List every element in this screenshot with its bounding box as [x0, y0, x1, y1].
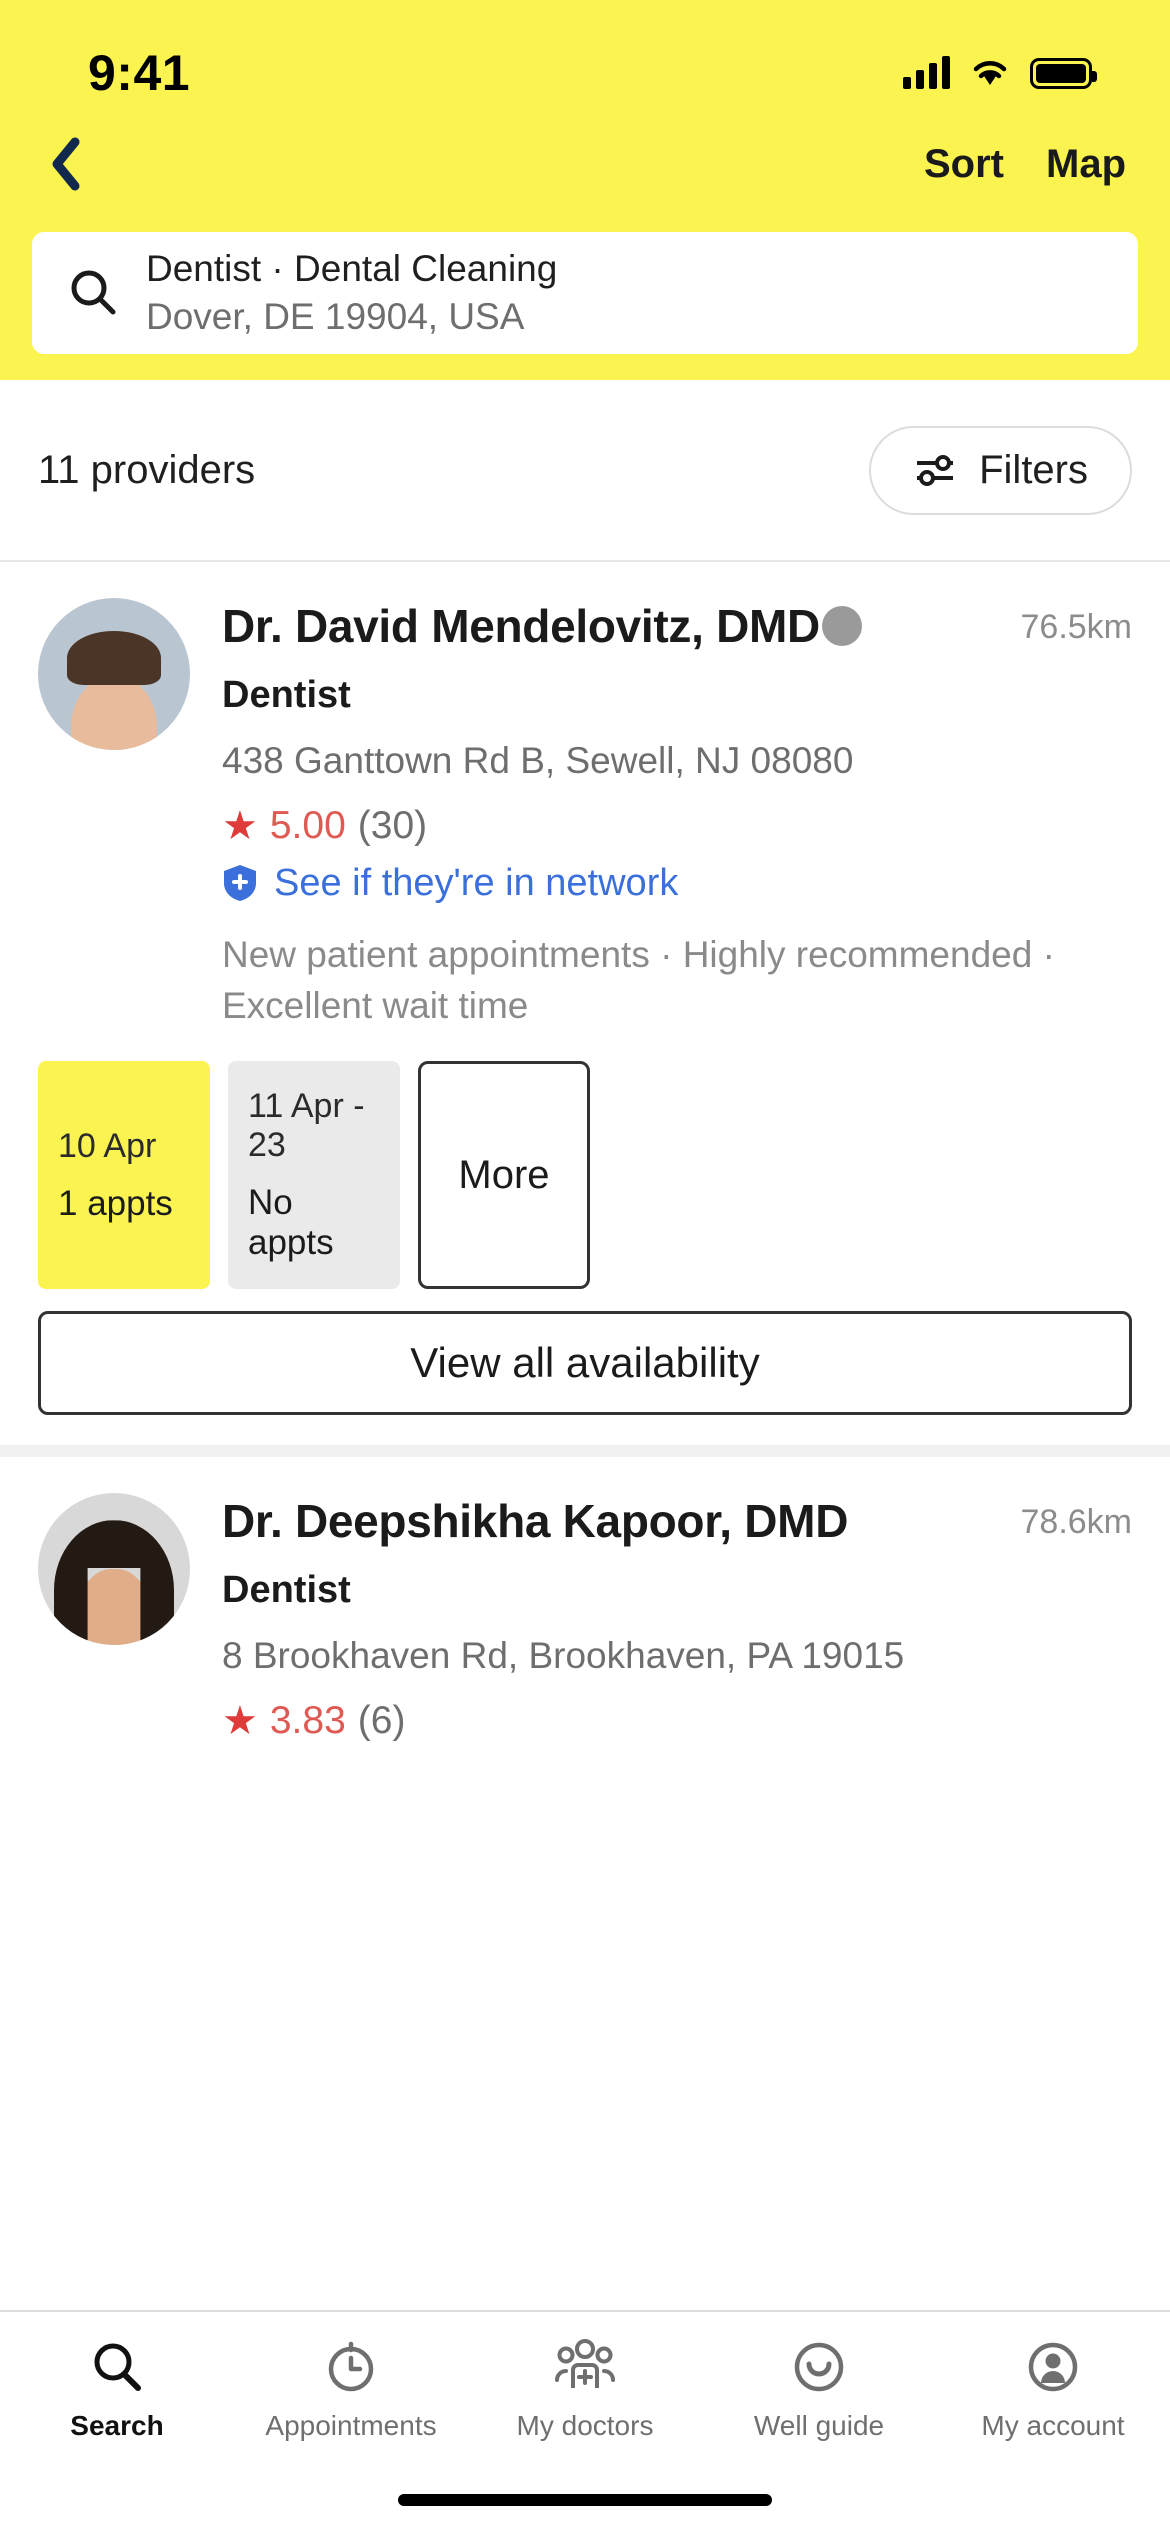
search-icon [71, 270, 116, 315]
avatar [38, 598, 190, 750]
rating-count: (30) [357, 803, 428, 847]
sort-button[interactable]: Sort [924, 142, 1004, 187]
slot-date: 11 Apr - 23 [248, 1087, 365, 1165]
tab-label: My doctors [516, 2410, 654, 2441]
provider-name-row: Dr. Deepshikha Kapoor, DMD 78.6km [222, 1493, 1132, 1549]
view-all-availability-button[interactable]: View all availability [38, 1311, 1132, 1416]
rating-value: 3.83 [269, 1698, 346, 1742]
slot-count: 1 appts [58, 1183, 173, 1223]
rating-value: 5.00 [269, 803, 346, 847]
tab-well-guide[interactable]: Well guide [702, 2338, 936, 2442]
tab-label: Search [70, 2410, 164, 2441]
tab-search[interactable]: Search [0, 2338, 234, 2442]
clock-icon [328, 2341, 374, 2392]
verified-badge-icon [821, 606, 862, 646]
card-separator [0, 1445, 1170, 1458]
availability-slot[interactable]: 10 Apr 1 appts [38, 1061, 210, 1290]
tab-my-account[interactable]: My account [936, 2338, 1170, 2442]
provider-rating: ★ 5.00 (30) [222, 804, 1132, 848]
slot-date: 10 Apr [58, 1126, 157, 1165]
provider-card[interactable]: Dr. David Mendelovitz, DMD 76.5km Dentis… [0, 562, 1170, 1446]
provider-details: Dr. David Mendelovitz, DMD 76.5km Dentis… [222, 598, 1132, 1031]
provider-rating: ★ 3.83 (6) [222, 1699, 1132, 1743]
provider-address: 438 Ganttown Rd B, Sewell, NJ 08080 [222, 740, 854, 782]
provider-distance: 76.5km [1020, 608, 1133, 646]
bottom-tab-bar: Search Appointments My doctors Well guid… [0, 2310, 1170, 2532]
provider-name-row: Dr. David Mendelovitz, DMD 76.5km [222, 598, 1132, 654]
network-link-label: See if they're in network [274, 861, 679, 904]
rating-count: (6) [357, 1698, 406, 1742]
star-icon: ★ [222, 803, 258, 848]
network-check-link[interactable]: See if they're in network [222, 862, 1132, 905]
search-location[interactable]: Dover, DE 19904, USA [146, 296, 557, 338]
slot-count: No appts [248, 1183, 334, 1263]
tab-label: Well guide [753, 2410, 885, 2441]
home-indicator [398, 2494, 772, 2506]
more-slots-button[interactable]: More [418, 1061, 590, 1290]
provider-address: 8 Brookhaven Rd, Brookhaven, PA 19015 [222, 1635, 905, 1677]
cellular-signal-icon [903, 56, 950, 89]
battery-icon [1030, 57, 1097, 89]
back-button[interactable] [38, 135, 96, 193]
provider-card-top: Dr. Deepshikha Kapoor, DMD 78.6km Dentis… [38, 1493, 1132, 1743]
nav-row: Sort Map [0, 118, 1170, 210]
tab-label: Appointments [265, 2410, 437, 2441]
chevron-left-icon [52, 137, 80, 191]
sliders-icon [917, 455, 954, 486]
search-texts: Dentist · Dental Cleaning Dover, DE 1990… [146, 248, 557, 338]
tab-appointments[interactable]: Appointments [234, 2338, 468, 2442]
search-icon [94, 2343, 141, 2391]
nav-actions: Sort Map [924, 142, 1126, 187]
people-plus-icon [555, 2339, 615, 2388]
shield-plus-icon [224, 865, 256, 902]
provider-details: Dr. Deepshikha Kapoor, DMD 78.6km Dentis… [222, 1493, 1132, 1743]
app-header: 9:41 Sort Map Dentist · Dental Cleaning … [0, 0, 1170, 380]
tab-label: My account [981, 2410, 1125, 2441]
status-time: 9:41 [88, 45, 191, 101]
providers-count: 11 providers [38, 447, 256, 492]
wifi-icon [973, 61, 1007, 85]
tab-my-doctors[interactable]: My doctors [468, 2338, 702, 2442]
provider-name-text: Dr. David Mendelovitz, DMD [222, 600, 820, 652]
provider-tags: New patient appointments · Highly recomm… [222, 933, 1055, 1026]
results-summary-bar: 11 providers Filters [0, 380, 1170, 562]
status-bar: 9:41 [0, 0, 1170, 118]
availability-slot[interactable]: 11 Apr - 23 No appts [228, 1061, 400, 1290]
person-circle-icon [1028, 2342, 1078, 2392]
provider-specialty: Dentist [222, 1569, 351, 1612]
smile-icon [794, 2342, 844, 2392]
app-screen: 9:41 Sort Map Dentist · Dental Cleaning … [0, 0, 1170, 2532]
provider-name: Dr. David Mendelovitz, DMD [222, 598, 862, 654]
map-button[interactable]: Map [1046, 142, 1126, 187]
filters-button[interactable]: Filters [869, 425, 1132, 515]
availability-slots: 10 Apr 1 appts 11 Apr - 23 No appts More [38, 1061, 1132, 1290]
provider-specialty: Dentist [222, 674, 351, 717]
status-icons [903, 56, 1097, 89]
provider-card-top: Dr. David Mendelovitz, DMD 76.5km Dentis… [38, 598, 1132, 1031]
search-bar[interactable]: Dentist · Dental Cleaning Dover, DE 1990… [32, 232, 1138, 354]
provider-name: Dr. Deepshikha Kapoor, DMD [222, 1495, 849, 1548]
avatar [38, 1493, 190, 1646]
provider-distance: 78.6km [1020, 1503, 1133, 1542]
search-query[interactable]: Dentist · Dental Cleaning [146, 248, 557, 290]
star-icon: ★ [222, 1698, 258, 1743]
filters-label: Filters [979, 447, 1088, 492]
provider-card[interactable]: Dr. Deepshikha Kapoor, DMD 78.6km Dentis… [0, 1457, 1170, 1773]
